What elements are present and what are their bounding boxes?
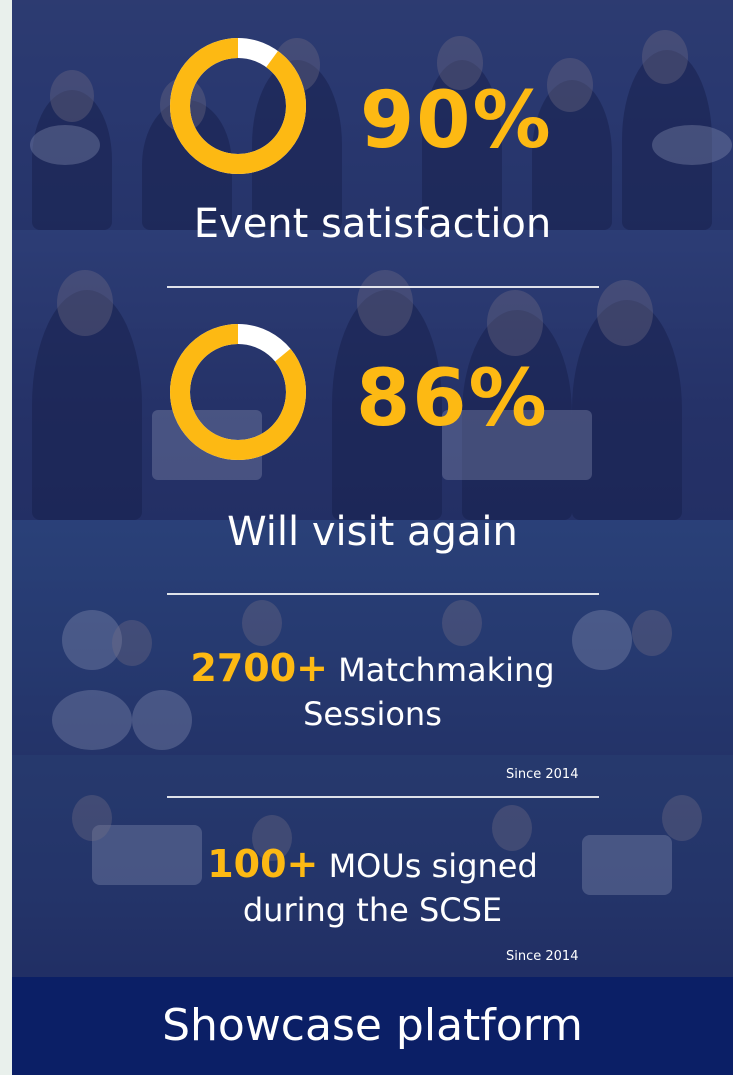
showcase-platform-banner: Showcase platform [12,977,733,1075]
mou-label-line2: during the SCSE [242,891,503,929]
satisfaction-label: Event satisfaction [193,201,552,247]
infographic-panel: 90% Event satisfaction 86% Will visit ag… [12,0,733,1075]
matchmaking-label-line2: Sessions [303,695,442,733]
satisfaction-percent: 90% [360,76,553,166]
divider [167,286,599,288]
mou-number: 100+ [207,842,319,886]
matchmaking-stat: 2700+ Matchmaking Sessions [12,646,733,736]
revisit-donut-chart [170,324,306,460]
mou-label-line1: MOUs signed [328,847,538,885]
matchmaking-number: 2700+ [190,646,328,690]
matchmaking-since: Since 2014 [506,767,579,782]
revisit-percent: 86% [356,354,549,444]
matchmaking-label-line1: Matchmaking [338,651,555,689]
satisfaction-donut-chart [170,38,306,174]
mou-since: Since 2014 [506,949,579,964]
divider [167,796,599,798]
revisit-label: Will visit again [227,509,518,555]
divider [167,593,599,595]
mou-stat: 100+ MOUs signed during the SCSE [12,842,733,932]
donut-value-arc [170,38,306,174]
